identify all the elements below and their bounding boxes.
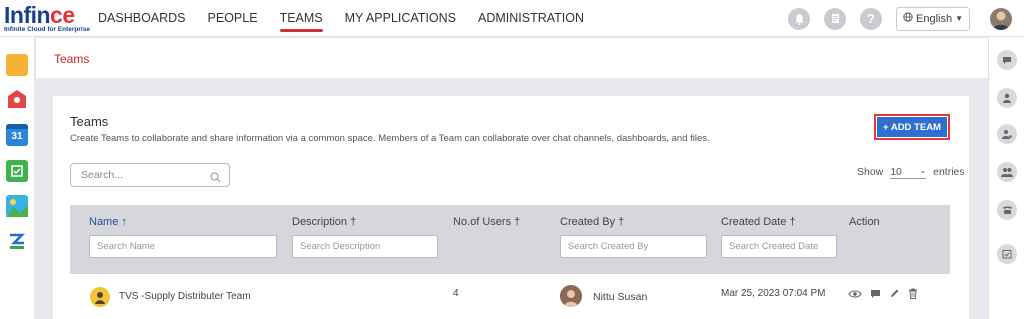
delete-icon[interactable] xyxy=(908,288,918,299)
user-avatar[interactable] xyxy=(990,7,1012,30)
created-date: Mar 25, 2023 07:04 PM xyxy=(721,288,826,299)
user-settings-icon[interactable] xyxy=(997,124,1017,144)
infince-app-icon[interactable] xyxy=(6,231,28,253)
filter-description-input[interactable]: Search Description xyxy=(292,235,438,258)
tasks-app-icon[interactable] xyxy=(6,160,28,182)
filter-created-by-input[interactable]: Search Created By xyxy=(560,235,707,258)
page-title: Teams xyxy=(70,114,109,129)
teams-card: Teams Create Teams to collaborate and sh… xyxy=(53,96,969,319)
chat-icon[interactable] xyxy=(997,50,1017,70)
nav-people[interactable]: PEOPLE xyxy=(208,0,258,37)
language-select[interactable]: English ▼ xyxy=(896,6,970,31)
nav-teams[interactable]: TEAMS xyxy=(279,0,323,37)
view-icon[interactable] xyxy=(848,289,862,299)
infince-logo[interactable]: Infince Infinite Cloud for Enterprise xyxy=(4,4,90,34)
row-actions xyxy=(848,288,926,299)
search-icon xyxy=(210,169,221,191)
tasks-icon[interactable] xyxy=(824,7,846,30)
breadcrumb: Teams xyxy=(36,38,988,78)
page-description: Create Teams to collaborate and share in… xyxy=(70,133,710,144)
entries-select[interactable]: 10 ⌄ xyxy=(890,166,927,179)
caret-down-icon: ▼ xyxy=(955,14,963,23)
col-created-by[interactable]: Created By † xyxy=(560,216,624,228)
chat-icon[interactable] xyxy=(870,289,881,299)
mail-app-icon[interactable] xyxy=(6,88,28,110)
col-users[interactable]: No.of Users † xyxy=(453,216,520,228)
team-name[interactable]: TVS -Supply Distributer Team xyxy=(119,291,251,302)
filter-created-date-input[interactable]: Search Created Date xyxy=(721,235,837,258)
entries-length: Show 10 ⌄ entries xyxy=(857,166,965,179)
globe-icon xyxy=(903,12,913,25)
table-row[interactable]: TVS -Supply Distributer Team 4 Nittu Sus… xyxy=(70,274,950,319)
right-sidebar xyxy=(988,37,1024,319)
person-icon[interactable] xyxy=(997,88,1017,108)
main-nav: DASHBOARDS PEOPLE TEAMS MY APPLICATIONS … xyxy=(98,0,606,37)
photos-app-icon[interactable] xyxy=(6,195,28,217)
top-navbar: Infince Infinite Cloud for Enterprise DA… xyxy=(0,0,1024,37)
group-icon[interactable] xyxy=(997,162,1017,182)
col-name[interactable]: Name ↑ xyxy=(89,216,127,228)
app-sidebar: 31 xyxy=(0,37,35,319)
created-by: Nittu Susan xyxy=(593,291,648,303)
search-input[interactable]: Search... xyxy=(70,163,230,187)
col-created-date[interactable]: Created Date † xyxy=(721,216,796,228)
chevron-down-icon: ⌄ xyxy=(919,166,927,175)
creator-avatar xyxy=(560,285,582,307)
folder-app-icon[interactable] xyxy=(6,54,28,76)
team-users: 4 xyxy=(453,288,459,299)
col-action: Action xyxy=(849,216,880,228)
team-logo xyxy=(90,287,110,307)
nav-dashboards[interactable]: DASHBOARDS xyxy=(98,0,186,37)
calendar-check-icon[interactable] xyxy=(997,244,1017,264)
bell-icon[interactable] xyxy=(788,7,810,30)
nav-administration[interactable]: ADMINISTRATION xyxy=(478,0,584,37)
edit-icon[interactable] xyxy=(889,288,900,299)
calendar-app-icon[interactable]: 31 xyxy=(6,124,28,146)
nav-my-applications[interactable]: MY APPLICATIONS xyxy=(345,0,456,37)
filter-name-input[interactable]: Search Name xyxy=(89,235,277,258)
breadcrumb-teams[interactable]: Teams xyxy=(54,52,89,66)
add-team-button[interactable]: + ADD TEAM xyxy=(874,114,950,140)
help-icon[interactable]: ? xyxy=(860,7,882,30)
table-header: Name ↑ Description † No.of Users † Creat… xyxy=(70,205,950,274)
phone-icon[interactable] xyxy=(997,200,1017,220)
col-description[interactable]: Description † xyxy=(292,216,356,228)
